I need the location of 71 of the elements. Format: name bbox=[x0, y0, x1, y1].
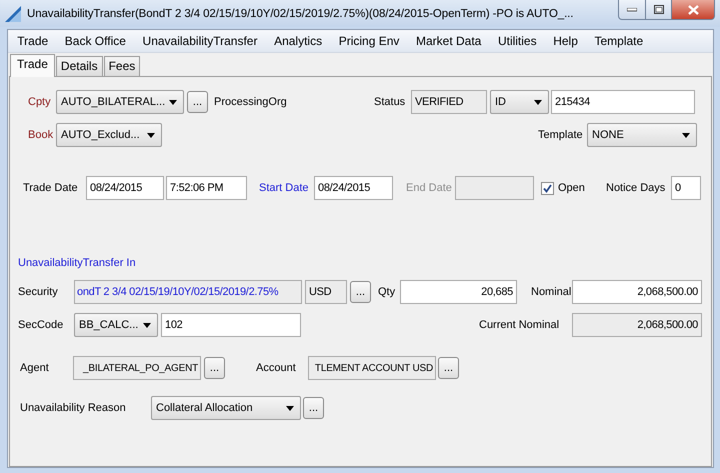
logo-icon bbox=[4, 4, 22, 22]
dropdown[interactable]: BB_CALC... bbox=[74, 313, 158, 337]
input-field[interactable]: 0 bbox=[671, 176, 701, 200]
menu-item[interactable]: Market Data bbox=[408, 32, 490, 50]
input-field[interactable]: 08/24/2015 bbox=[314, 176, 393, 200]
field-label: Security bbox=[18, 286, 58, 298]
menu-item[interactable]: Back Office bbox=[56, 32, 134, 50]
field-label: ProcessingOrg bbox=[214, 96, 287, 108]
checkbox[interactable] bbox=[541, 182, 554, 194]
field-label: Start Date bbox=[259, 182, 309, 194]
input-field[interactable]: 08/24/2015 bbox=[86, 176, 164, 200]
input-field[interactable]: ondT 2 3/4 02/15/19/10Y/02/15/2019/2.75% bbox=[74, 280, 302, 304]
input-field[interactable]: 7:52:06 PM bbox=[166, 176, 247, 200]
field-label: Template bbox=[538, 129, 583, 141]
field-label: Unavailability Reason bbox=[20, 402, 126, 414]
field-label: Notice Days bbox=[606, 182, 666, 194]
field-label: End Date bbox=[406, 182, 452, 194]
field-label: Cpty bbox=[28, 96, 51, 108]
browse-button[interactable]: ... bbox=[350, 281, 371, 303]
dropdown-arrow-icon bbox=[147, 132, 155, 138]
dropdown-arrow-icon bbox=[169, 100, 177, 104]
close-icon bbox=[688, 4, 698, 14]
menu-item[interactable]: Trade bbox=[9, 32, 56, 50]
window-title: UnavailabilityTransfer(BondT 2 3/4 02/15/19/10Y/02/15/2019/2.75%)(08/24/2015-OpenTerm) -PO is AUTO_... bbox=[27, 8, 574, 20]
input-field[interactable]: 215434 bbox=[551, 90, 695, 114]
input-field[interactable]: 2,068,500.00 bbox=[572, 280, 702, 304]
dropdown[interactable]: AUTO_BILATERAL... bbox=[56, 90, 184, 114]
browse-button[interactable]: ... bbox=[438, 357, 459, 379]
menu-item[interactable]: Template bbox=[586, 32, 652, 50]
menu-item[interactable]: Utilities bbox=[490, 32, 545, 50]
input-field[interactable]: _BILATERAL_PO_AGENT bbox=[73, 356, 201, 380]
tab[interactable]: Details bbox=[56, 56, 103, 76]
dropdown-arrow-icon bbox=[534, 100, 542, 104]
field-label: Account bbox=[256, 362, 296, 374]
close-button[interactable] bbox=[672, 0, 715, 20]
menu-item[interactable]: UnavailabilityTransfer bbox=[134, 32, 266, 50]
dropdown[interactable]: NONE bbox=[587, 123, 697, 147]
field-label: Open bbox=[558, 182, 585, 194]
menu-item[interactable]: Help bbox=[544, 32, 586, 50]
browse-button[interactable]: ... bbox=[303, 397, 324, 419]
field-label: SecCode bbox=[18, 319, 64, 331]
field-label: Book bbox=[28, 129, 54, 141]
dropdown-arrow-icon bbox=[682, 132, 690, 138]
field-label: Current Nominal bbox=[479, 319, 560, 331]
dropdown-arrow-icon bbox=[143, 322, 151, 328]
field-label: Agent bbox=[20, 362, 49, 374]
menu-item[interactable]: Analytics bbox=[266, 32, 330, 50]
maximize-button[interactable] bbox=[646, 0, 672, 20]
browse-button[interactable]: ... bbox=[187, 91, 208, 113]
field-label: Qty bbox=[378, 286, 396, 298]
input-field[interactable]: TLEMENT ACCOUNT USD bbox=[308, 356, 436, 380]
input-field[interactable]: 20,685 bbox=[400, 280, 517, 304]
maximize-icon bbox=[654, 5, 664, 14]
dropdown[interactable]: ID bbox=[490, 90, 549, 114]
dropdown[interactable]: Collateral Allocation bbox=[151, 396, 301, 420]
field-label: Status bbox=[374, 96, 406, 108]
tab[interactable]: Fees bbox=[104, 56, 140, 76]
input-field[interactable]: USD bbox=[305, 280, 347, 304]
field-label: Nominal bbox=[531, 286, 572, 298]
section-title: UnavailabilityTransfer In bbox=[18, 257, 136, 269]
minimize-button[interactable] bbox=[618, 0, 646, 20]
dropdown[interactable]: AUTO_Exclud... bbox=[56, 123, 162, 147]
field-label: Trade Date bbox=[23, 182, 78, 194]
input-field[interactable]: VERIFIED bbox=[411, 90, 487, 114]
input-field[interactable]: 2,068,500.00 bbox=[572, 313, 702, 337]
input-field[interactable]: 102 bbox=[161, 313, 301, 337]
browse-button[interactable]: ... bbox=[204, 357, 225, 379]
tab[interactable]: Trade bbox=[10, 54, 55, 77]
menu-item[interactable]: Pricing Env bbox=[330, 32, 408, 50]
dropdown-arrow-icon bbox=[286, 406, 294, 410]
minimize-icon bbox=[627, 8, 637, 12]
